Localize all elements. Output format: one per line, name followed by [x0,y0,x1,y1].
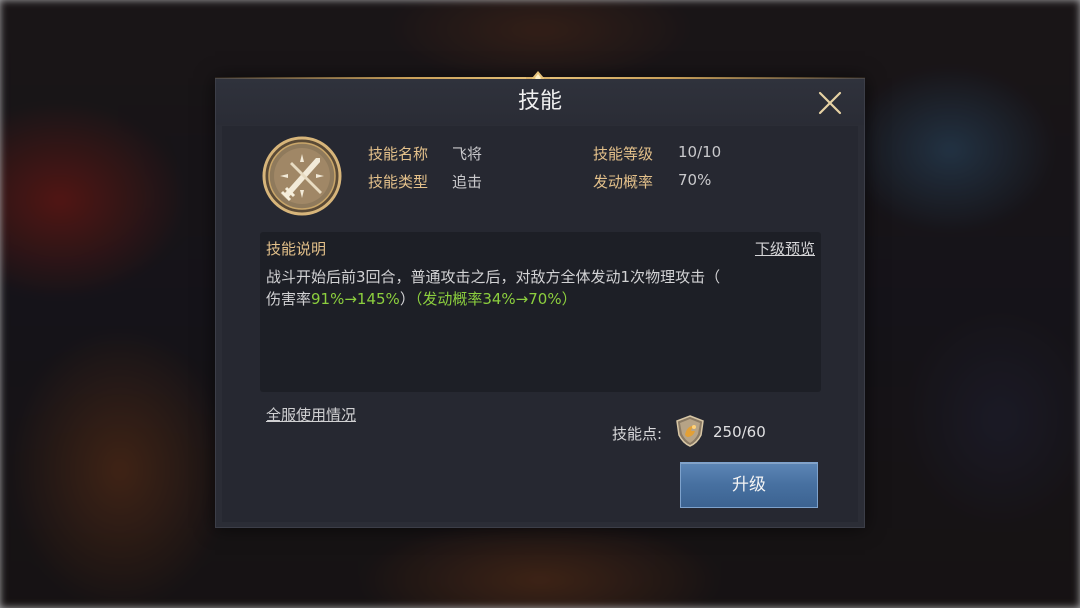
description-line-1: 战斗开始后前3回合，普通攻击之后，对敌方全体发动1次物理攻击（ [266,268,721,286]
skill-name-value: 飞将 [452,145,483,163]
crossed-swords-icon [262,136,342,216]
activation-rate-change: （发动概率34%→70%） [414,290,577,308]
damage-rate-prefix: 伤害率 [266,290,312,308]
skill-name-label: 技能名称 [368,145,429,163]
description-line-2: 伤害率91%→145%）（发动概率34%→70%） [266,288,806,310]
skill-points-label: 技能点: [612,425,663,443]
skill-type-value: 追击 [452,173,483,191]
skill-points-value: 250/60 [713,423,766,441]
dialog-title: 技能 [517,89,562,114]
skill-description-box: 技能说明 下级预览 战斗开始后前3回合，普通攻击之后，对敌方全体发动1次物理攻击… [260,232,821,392]
skill-point-shield-icon [676,415,704,447]
close-icon[interactable] [816,89,844,117]
server-usage-link[interactable]: 全服使用情况 [266,404,356,425]
skill-level-value: 10/10 [678,143,722,161]
closing-paren: ） [399,290,415,308]
skill-level-label: 技能等级 [593,145,654,163]
skill-type-label: 技能类型 [368,173,429,191]
skill-dialog: 技能 技能名称 飞将 技能类型 追击 技能等级 10/10 发动概率 70% 技… [215,71,865,528]
next-level-preview-link[interactable]: 下级预览 [755,238,815,259]
activation-rate-value: 70% [678,171,712,189]
damage-rate-change: 91%→145% [311,290,400,308]
upgrade-button[interactable]: 升级 [680,462,818,508]
description-title: 技能说明 [266,240,327,258]
activation-rate-label: 发动概率 [593,173,654,191]
description-text: 战斗开始后前3回合，普通攻击之后，对敌方全体发动1次物理攻击（ 伤害率91%→1… [266,266,806,310]
